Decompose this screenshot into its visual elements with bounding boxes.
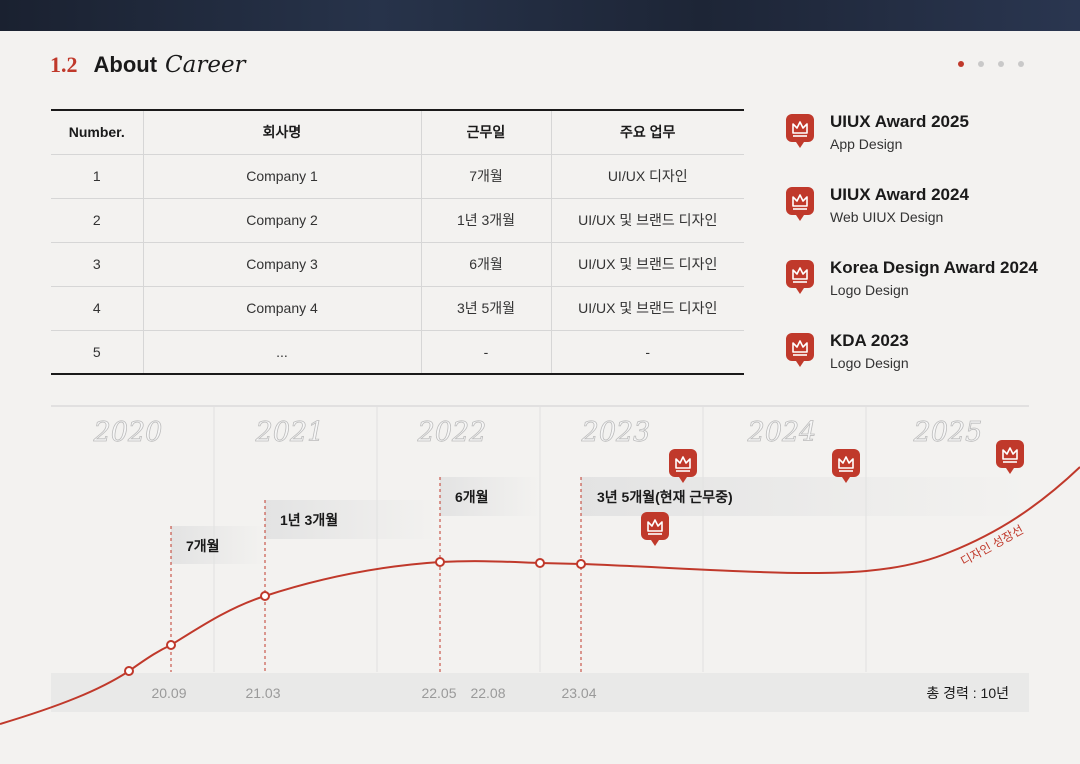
career-timeline: 2020 2021 2022 2023 2024 2025 7개월 1년 3개월… <box>0 405 1080 725</box>
award-item: Korea Design Award 2024 Logo Design <box>786 256 1066 306</box>
year-label: 2023 <box>581 417 651 448</box>
date-label: 22.05 <box>421 685 456 701</box>
award-title: UIUX Award 2024 <box>830 185 969 204</box>
cell-number: 2 <box>51 197 144 243</box>
table-header-duty: 주요 업무 <box>550 109 744 155</box>
award-item: UIUX Award 2025 App Design <box>786 110 1066 160</box>
timeline-footer-bar <box>51 673 1029 712</box>
cell-number: 4 <box>51 285 144 331</box>
cell-number: 1 <box>51 153 144 199</box>
cell-company: Company 2 <box>142 197 422 243</box>
year-label: 2024 <box>747 417 817 448</box>
career-table: Number. 회사명 근무일 주요 업무 1 Company 1 7개월 UI… <box>51 109 744 375</box>
table-header-company: 회사명 <box>142 109 422 155</box>
crown-icon <box>786 333 814 367</box>
section-title: About <box>93 52 158 77</box>
crown-icon <box>786 114 814 148</box>
award-subtitle: Web UIUX Design <box>830 209 944 225</box>
year-label: 2022 <box>417 417 487 448</box>
growth-line-label: 디자인 성장선 <box>958 523 1026 569</box>
cell-period: 6개월 <box>420 241 552 287</box>
date-label: 20.09 <box>151 685 186 701</box>
award-title: UIUX Award 2025 <box>830 112 969 131</box>
crown-icon <box>786 260 814 294</box>
table-row: 2 Company 2 1년 3개월 UI/UX 및 브랜드 디자인 <box>51 197 744 243</box>
page-indicator <box>958 61 1024 67</box>
page-dot[interactable] <box>958 61 964 67</box>
header-banner <box>0 0 1080 31</box>
table-row: 5 ... - - <box>51 329 744 375</box>
timeline-marker <box>166 640 176 650</box>
timeline-marker <box>124 666 134 676</box>
crown-icon <box>786 187 814 221</box>
crown-icon <box>640 511 670 547</box>
cell-number: 3 <box>51 241 144 287</box>
award-title: Korea Design Award 2024 <box>830 258 1038 277</box>
cell-company: Company 3 <box>142 241 422 287</box>
date-label: 21.03 <box>245 685 280 701</box>
cell-duty: - <box>550 329 744 375</box>
cell-company: ... <box>142 329 422 375</box>
award-item: KDA 2023 Logo Design <box>786 329 1066 379</box>
table-row: 4 Company 4 3년 5개월 UI/UX 및 브랜드 디자인 <box>51 285 744 331</box>
cell-period: 7개월 <box>420 153 552 199</box>
cell-duty: UI/UX 및 브랜드 디자인 <box>550 241 744 287</box>
award-subtitle: App Design <box>830 136 903 152</box>
table-header-row: Number. 회사명 근무일 주요 업무 <box>51 109 744 155</box>
section-heading: 1.2 About Career <box>50 52 246 82</box>
timeline-marker <box>535 558 545 568</box>
cell-company: Company 1 <box>142 153 422 199</box>
award-subtitle: Logo Design <box>830 282 909 298</box>
period-label: 6개월 <box>455 489 489 505</box>
total-career: 총 경력 : 10년 <box>926 685 1009 701</box>
period-label: 3년 5개월(현재 근무중) <box>597 489 733 505</box>
cell-duty: UI/UX 및 브랜드 디자인 <box>550 197 744 243</box>
table-row: 1 Company 1 7개월 UI/UX 디자인 <box>51 153 744 199</box>
cell-duty: UI/UX 디자인 <box>550 153 744 199</box>
award-title: KDA 2023 <box>830 331 909 350</box>
timeline-marker <box>260 591 270 601</box>
year-label: 2021 <box>255 417 325 448</box>
section-script-title: Career <box>165 52 246 78</box>
year-label: 2020 <box>93 417 163 448</box>
table-header-period: 근무일 <box>420 109 552 155</box>
date-label: 22.08 <box>470 685 505 701</box>
date-label: 23.04 <box>561 685 596 701</box>
cell-company: Company 4 <box>142 285 422 331</box>
year-label: 2025 <box>913 417 983 448</box>
timeline-marker <box>435 557 445 567</box>
cell-period: 1년 3개월 <box>420 197 552 243</box>
cell-duty: UI/UX 및 브랜드 디자인 <box>550 285 744 331</box>
timeline-markers <box>124 557 586 676</box>
page-dot[interactable] <box>998 61 1004 67</box>
cell-period: - <box>420 329 552 375</box>
table-row: 3 Company 3 6개월 UI/UX 및 브랜드 디자인 <box>51 241 744 287</box>
period-label: 7개월 <box>186 538 220 554</box>
page-dot[interactable] <box>978 61 984 67</box>
table-header-number: Number. <box>51 109 144 155</box>
award-item: UIUX Award 2024 Web UIUX Design <box>786 183 1066 233</box>
cell-period: 3년 5개월 <box>420 285 552 331</box>
cell-number: 5 <box>51 329 144 375</box>
page-dot[interactable] <box>1018 61 1024 67</box>
section-number: 1.2 <box>50 52 78 77</box>
award-subtitle: Logo Design <box>830 355 909 371</box>
crown-icon <box>995 439 1025 475</box>
period-label: 1년 3개월 <box>280 512 338 528</box>
timeline-marker <box>576 559 586 569</box>
